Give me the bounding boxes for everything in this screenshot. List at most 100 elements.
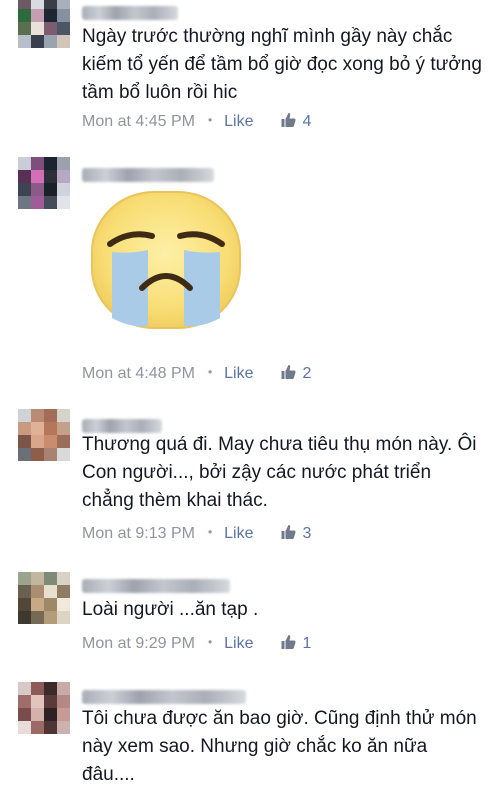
comment-text: Loài người ...ăn tạp . [82,599,259,620]
thumbs-up-icon [281,113,296,127]
avatar-pixel [44,448,57,461]
avatar-pixel [31,409,44,422]
comment-timestamp[interactable]: Mon at 4:45 PM [82,113,195,130]
thumbs-up-icon [281,365,296,379]
avatar-pixel [18,0,31,9]
avatar-pixel [31,708,44,721]
avatar-pixel [44,157,57,170]
avatar-pixel [44,409,57,422]
avatar-pixel [31,572,44,585]
avatar-pixel [57,585,70,598]
avatar-pixel [18,682,31,695]
like-count[interactable]: 2 [303,365,312,382]
avatar-pixel [31,35,44,48]
commenter-name-blurred[interactable] [82,6,178,20]
comment-text: Tôi chưa được ăn bao giờ. Cũng định thử … [82,708,477,785]
avatar-pixel [18,708,31,721]
avatar-pixel [18,448,31,461]
comment-text: Thương quá đi. May chưa tiêu thụ món này… [82,434,477,511]
avatar-pixel [44,22,57,35]
avatar-pixel [57,448,70,461]
avatar-pixel [18,157,31,170]
avatar-pixel [57,157,70,170]
like-button[interactable]: Like [224,113,253,130]
avatar-pixel [57,170,70,183]
thumbs-up-icon [281,635,296,649]
avatar-pixel [18,695,31,708]
avatar-pixel [18,721,31,734]
avatar-pixel [57,682,70,695]
avatar-pixel [44,572,57,585]
avatar-pixel [57,22,70,35]
avatar-pixel [57,708,70,721]
avatar-pixel [18,196,31,209]
avatar-pixel [31,196,44,209]
avatar[interactable] [18,572,70,624]
avatar-pixel [31,9,44,22]
avatar-pixel [57,196,70,209]
comment-timestamp[interactable]: Mon at 9:13 PM [82,525,195,542]
thumbs-up-icon [281,525,296,539]
avatar-pixel [31,0,44,9]
avatar-pixel [18,572,31,585]
avatar-pixel [44,695,57,708]
commenter-name-blurred[interactable] [82,579,230,593]
avatar-pixel [44,422,57,435]
avatar-pixel [44,435,57,448]
avatar[interactable] [18,0,70,48]
comment-meta: Mon at 4:48 PM • Like 2 [82,362,311,382]
avatar-pixel [57,422,70,435]
avatar[interactable] [18,409,70,461]
avatar-pixel [44,721,57,734]
avatar-pixel [18,585,31,598]
avatar-pixel [57,611,70,624]
comment-meta: Mon at 9:13 PM • Like 3 [82,522,311,542]
like-count[interactable]: 4 [303,113,312,130]
like-count[interactable]: 1 [303,635,312,652]
avatar-pixel [44,682,57,695]
avatar-pixel [44,611,57,624]
avatar-pixel [57,0,70,9]
avatar-pixel [57,9,70,22]
crying-face-sticker [91,191,241,329]
avatar-pixel [57,572,70,585]
avatar-pixel [31,585,44,598]
avatar-pixel [31,448,44,461]
avatar-pixel [57,695,70,708]
like-button[interactable]: Like [224,525,253,542]
commenter-name-blurred[interactable] [82,690,246,704]
avatar-pixel [31,157,44,170]
avatar-pixel [31,721,44,734]
avatar-pixel [44,196,57,209]
avatar-pixel [31,422,44,435]
like-button[interactable]: Like [224,365,253,382]
comment-meta: Mon at 4:45 PM • Like 4 [82,110,311,130]
comment-timestamp[interactable]: Mon at 9:29 PM [82,635,195,652]
avatar[interactable] [18,682,70,734]
avatar-pixel [44,183,57,196]
avatar-pixel [18,422,31,435]
avatar-pixel [18,598,31,611]
avatar-pixel [31,22,44,35]
avatar-pixel [44,35,57,48]
avatar-pixel [18,35,31,48]
avatar[interactable] [18,157,70,209]
avatar-pixel [31,611,44,624]
commenter-name-blurred[interactable] [82,168,214,182]
avatar-pixel [31,598,44,611]
avatar-pixel [44,170,57,183]
avatar-pixel [18,183,31,196]
separator-dot: • [207,635,213,649]
avatar-pixel [31,695,44,708]
like-button[interactable]: Like [224,635,253,652]
separator-dot: • [207,113,213,127]
comment-timestamp[interactable]: Mon at 4:48 PM [82,365,195,382]
avatar-pixel [57,35,70,48]
avatar-pixel [44,598,57,611]
avatar-pixel [57,721,70,734]
avatar-pixel [57,598,70,611]
avatar-pixel [31,682,44,695]
comment-text: Ngày trước thường nghĩ mình gầy này chắc… [82,26,482,103]
like-count[interactable]: 3 [303,525,312,542]
avatar-pixel [18,9,31,22]
